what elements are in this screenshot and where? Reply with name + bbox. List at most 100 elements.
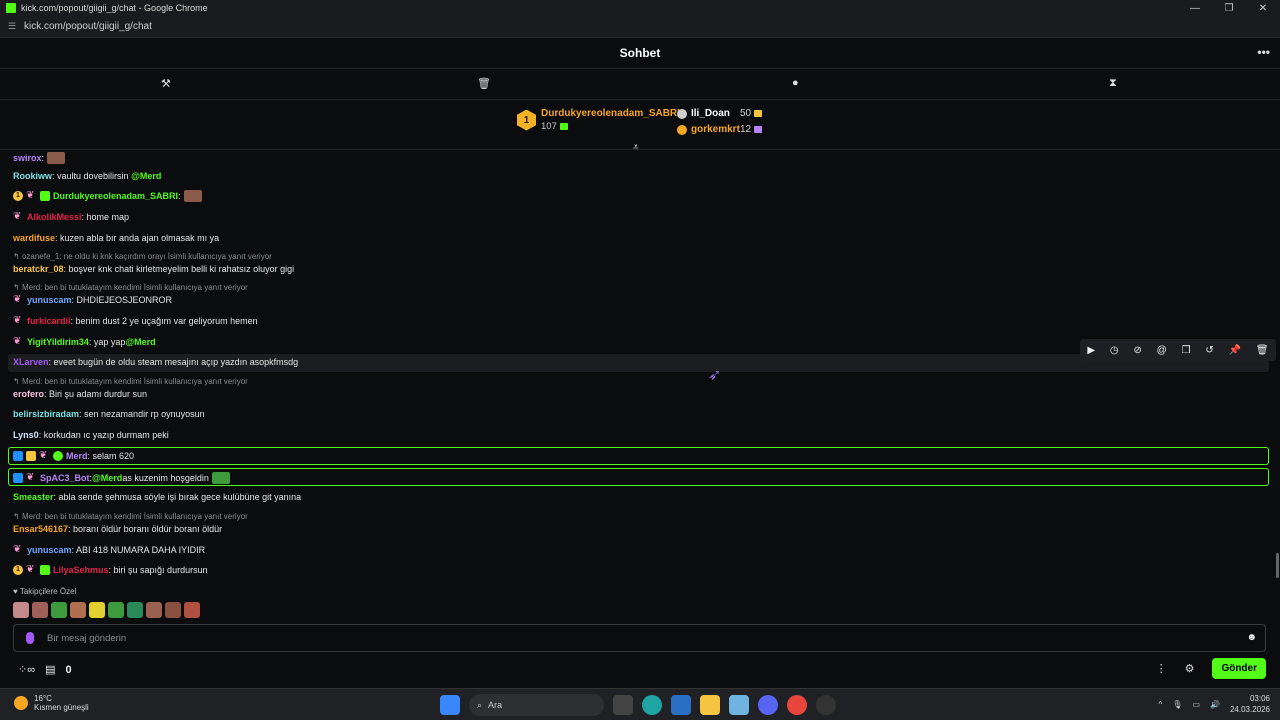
microphone-icon[interactable] xyxy=(26,632,34,644)
task-view-icon[interactable] xyxy=(613,695,633,715)
points-infinity-icon[interactable]: ⁘∞ xyxy=(18,663,35,676)
chat-message[interactable]: 1 ❦ Durdukyereolenadam_SABRI: xyxy=(13,190,202,202)
emote[interactable] xyxy=(165,602,181,618)
username[interactable]: Rookiww xyxy=(13,171,52,181)
chat-message[interactable]: XLarven: eveet bugün de oldu steam mesaj… xyxy=(13,357,298,367)
emote[interactable] xyxy=(146,602,162,618)
hourglass-icon[interactable]: ⧗ xyxy=(1109,77,1117,90)
username[interactable]: swirox xyxy=(13,153,42,163)
trash-icon[interactable]: 🗑 xyxy=(477,77,491,90)
username[interactable]: erofero xyxy=(13,389,44,399)
file-explorer-icon[interactable] xyxy=(700,695,720,715)
chat-message[interactable]: belirsizbiradam: sen nezamandir rp oynuy… xyxy=(13,409,205,419)
chat-message[interactable]: ❦ furkicardii: benim dust 2 ye uçağım va… xyxy=(13,316,258,327)
chrome-icon[interactable] xyxy=(787,695,807,715)
username[interactable]: belirsizbiradam xyxy=(13,409,79,419)
app-icon[interactable] xyxy=(729,695,749,715)
username[interactable]: Ensar546167 xyxy=(13,524,68,534)
username[interactable]: XLarven xyxy=(13,357,49,367)
username[interactable]: Durdukyereolenadam_SABRI xyxy=(53,191,178,201)
pin-icon[interactable]: 📌 xyxy=(1229,345,1241,356)
send-button[interactable]: Gönder xyxy=(1212,658,1266,679)
username[interactable]: Lyns0 xyxy=(13,430,39,440)
vertical-more-icon[interactable]: ⋮ xyxy=(1156,662,1167,675)
play-icon[interactable]: ▶ xyxy=(1087,345,1095,356)
restore-button[interactable]: ❐ xyxy=(1212,3,1246,14)
username[interactable]: Smeaster xyxy=(13,492,54,502)
reply-icon[interactable]: ↺ xyxy=(1205,345,1213,356)
chat-message[interactable]: ❦ yunuscam: DHDIEJEOSJEONROR xyxy=(13,295,172,306)
chat-message[interactable]: 1 ❦ LilyaSehmus: biri şu sapığı durdursun xyxy=(13,565,208,575)
windows-start-icon[interactable] xyxy=(440,695,460,715)
mention[interactable]: @Merd xyxy=(92,473,122,483)
scrollbar-thumb[interactable] xyxy=(1276,553,1279,578)
store-icon[interactable] xyxy=(671,695,691,715)
microphone-tray-icon[interactable]: 🎙 xyxy=(1172,700,1182,709)
chevron-up-icon[interactable]: ^ xyxy=(1159,700,1163,709)
username[interactable]: AlkolikMessi xyxy=(27,212,82,222)
mention[interactable]: @Merd xyxy=(125,337,155,347)
chat-message[interactable]: Ensar546167: boranı öldür boranı öldür b… xyxy=(13,524,222,534)
chat-message[interactable]: ❦ SpAC3_Bot: @Merd as kuzenim hoşgeldin xyxy=(13,472,230,484)
address-bar[interactable]: ☰ kick.com/popout/giigii_g/chat xyxy=(0,16,1280,38)
message-input[interactable] xyxy=(47,629,1227,647)
volume-icon[interactable]: 🔊 xyxy=(1210,700,1220,709)
emote[interactable] xyxy=(89,602,105,618)
emote[interactable] xyxy=(127,602,143,618)
reply-context[interactable]: ↰ Merd: ben bi tutuklatayım kendimi İsim… xyxy=(13,377,248,386)
chat-message[interactable]: erofero: Biri şu adamı durdur sun xyxy=(13,389,147,399)
emote[interactable] xyxy=(184,602,200,618)
emote[interactable] xyxy=(70,602,86,618)
obs-icon[interactable] xyxy=(816,695,836,715)
ban-icon[interactable]: ⊘ xyxy=(1133,345,1141,356)
chat-bubble-icon[interactable]: ● xyxy=(792,77,799,89)
delete-icon[interactable]: 🗑 xyxy=(1256,345,1269,356)
clock[interactable]: 03:06 24.03.2026 xyxy=(1230,693,1270,715)
url-text[interactable]: kick.com/popout/giigii_g/chat xyxy=(24,21,152,32)
chat-message[interactable]: Rookiww : vaultu dovebilirsin @Merd xyxy=(13,171,161,181)
username[interactable]: yunuscam xyxy=(27,295,72,305)
more-options-icon[interactable]: ••• xyxy=(1257,45,1270,59)
chat-message[interactable]: swirox: xyxy=(13,152,66,164)
emoji-picker-icon[interactable]: ☻ xyxy=(1246,632,1257,643)
minimize-button[interactable]: — xyxy=(1178,3,1212,14)
chat-message[interactable]: Smeaster: abla sende şehmusa söyle işi b… xyxy=(13,492,301,502)
chat-message[interactable]: ❦ AlkolikMessi: home map xyxy=(13,212,129,223)
copy-icon[interactable]: ❐ xyxy=(1182,345,1191,356)
reply-context[interactable]: ↰ Merd: ben bi tutuklatayım kendimi İsim… xyxy=(13,283,248,292)
chat-message[interactable]: ❦ Merd: selam 620 xyxy=(13,451,134,461)
emote[interactable] xyxy=(108,602,124,618)
taskbar-search[interactable]: ⌕ Ara xyxy=(469,694,604,716)
chat-message[interactable]: wardifuse: kuzen abla bır anda ajan olma… xyxy=(13,233,219,243)
chat-message[interactable]: Lyns0: korkudan ıc yazıp durmam peki xyxy=(13,430,169,440)
emote[interactable] xyxy=(13,602,29,618)
settings-gear-icon[interactable]: ⚙ xyxy=(1185,662,1195,675)
username[interactable]: furkicardii xyxy=(27,316,71,326)
reply-context[interactable]: ↰ ozanefe_1: ne oldu ki knk kaçırdım ora… xyxy=(13,252,272,261)
chest-icon[interactable]: ▤ xyxy=(45,663,55,676)
site-settings-icon[interactable]: ☰ xyxy=(8,21,18,32)
username[interactable]: beratckr_08 xyxy=(13,264,64,274)
leaderboard-first[interactable]: 1 Durdukyereolenadam_SABRI 107 xyxy=(517,108,680,132)
username[interactable]: yunuscam xyxy=(27,545,72,555)
timeout-icon[interactable]: ◷ xyxy=(1110,345,1119,356)
network-icon[interactable]: ▭ xyxy=(1192,700,1200,709)
weather-widget[interactable]: 16°C Kısmen güneşli xyxy=(14,694,89,712)
leaderboard-third[interactable]: gorkemkrt 12 xyxy=(677,124,767,135)
leaderboard-second[interactable]: Ili_Doan 50 xyxy=(677,108,767,119)
close-button[interactable]: ✕ xyxy=(1246,3,1280,14)
username[interactable]: wardifuse xyxy=(13,233,55,243)
edge-icon[interactable] xyxy=(642,695,662,715)
chat-message[interactable]: ❦ yunuscam: ABI 418 NUMARA DAHA IYIDIR xyxy=(13,545,205,556)
mention[interactable]: @Merd xyxy=(131,171,161,181)
username[interactable]: SpAC3_Bot xyxy=(40,473,90,483)
emote[interactable] xyxy=(51,602,67,618)
emote[interactable] xyxy=(32,602,48,618)
mention-icon[interactable]: @ xyxy=(1157,345,1167,356)
username[interactable]: LilyaSehmus xyxy=(53,565,109,575)
chat-message[interactable]: ❦ YigitYildirim34: yap yap @Merd xyxy=(13,337,156,348)
discord-icon[interactable] xyxy=(758,695,778,715)
reply-context[interactable]: ↰ Merd: ben bi tutuklatayım kendimi İsim… xyxy=(13,512,248,521)
username[interactable]: YigitYildirim34 xyxy=(27,337,89,347)
hammer-icon[interactable]: ⚒ xyxy=(161,77,171,90)
